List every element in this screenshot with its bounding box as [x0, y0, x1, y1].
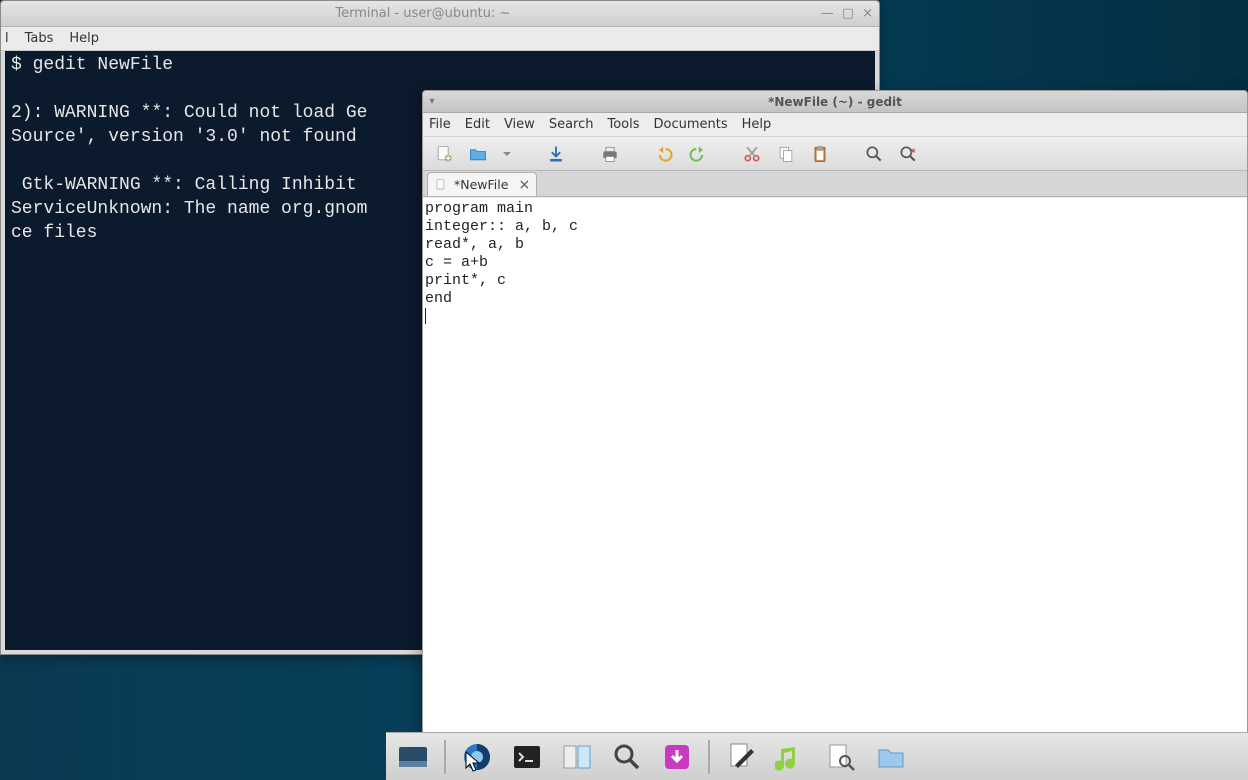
- folder-open-icon[interactable]: [465, 141, 491, 167]
- taskbar: [386, 732, 1248, 780]
- text-cursor: [425, 308, 426, 324]
- terminal-icon[interactable]: [508, 738, 546, 776]
- terminal-title: Terminal - user@ubuntu: ~: [25, 6, 821, 21]
- tab-close-icon[interactable]: ×: [518, 177, 530, 193]
- mouse-cursor: [465, 751, 481, 775]
- maximize-icon[interactable]: ▢: [842, 6, 854, 21]
- scissors-icon[interactable]: [739, 141, 765, 167]
- document-tab[interactable]: *NewFile ×: [427, 172, 537, 196]
- menu-documents[interactable]: Documents: [654, 117, 728, 132]
- clipboard-icon[interactable]: [807, 141, 833, 167]
- terminal-menu-help[interactable]: Help: [69, 31, 99, 46]
- save-download-icon[interactable]: [543, 141, 569, 167]
- open-recent-dropdown[interactable]: [499, 141, 515, 167]
- magnifier-icon[interactable]: [861, 141, 887, 167]
- gedit-editor[interactable]: program main integer:: a, b, c read*, a,…: [423, 198, 1247, 757]
- audio-icon[interactable]: [772, 738, 810, 776]
- download-icon[interactable]: [658, 738, 696, 776]
- close-icon[interactable]: ×: [862, 6, 873, 21]
- undo-icon[interactable]: [651, 141, 677, 167]
- menu-view[interactable]: View: [504, 117, 535, 132]
- gedit-menubar: File Edit View Search Tools Documents He…: [423, 113, 1247, 137]
- gedit-app-icon[interactable]: [722, 738, 760, 776]
- gedit-title: *NewFile (~) - gedit: [441, 95, 1229, 109]
- folder-icon[interactable]: [872, 738, 910, 776]
- separator: [708, 740, 710, 774]
- gedit-toolbar: [423, 137, 1247, 171]
- menu-tools[interactable]: Tools: [607, 117, 639, 132]
- document-tab-label: *NewFile: [454, 177, 508, 192]
- file-icon: [434, 178, 448, 192]
- terminal-menubar: l Tabs Help: [1, 27, 879, 51]
- magnifier-icon[interactable]: [608, 738, 646, 776]
- gedit-window: ▾ *NewFile (~) - gedit File Edit View Se…: [422, 90, 1248, 780]
- terminal-titlebar[interactable]: Terminal - user@ubuntu: ~ — ▢ ×: [1, 1, 879, 27]
- gedit-tabstrip: *NewFile ×: [423, 171, 1247, 197]
- menu-edit[interactable]: Edit: [465, 117, 490, 132]
- file-search-icon[interactable]: [822, 738, 860, 776]
- minimize-icon[interactable]: —: [821, 6, 834, 21]
- menu-file[interactable]: File: [429, 117, 451, 132]
- terminal-menu-partial[interactable]: l: [5, 31, 9, 46]
- copy-icon[interactable]: [773, 141, 799, 167]
- menu-search[interactable]: Search: [549, 117, 594, 132]
- window-list-icon[interactable]: [558, 738, 596, 776]
- terminal-menu-tabs[interactable]: Tabs: [25, 31, 54, 46]
- redo-icon[interactable]: [685, 141, 711, 167]
- printer-icon[interactable]: [597, 141, 623, 167]
- gedit-titlebar[interactable]: ▾ *NewFile (~) - gedit: [423, 91, 1247, 113]
- titlebar-menu-icon[interactable]: ▾: [423, 96, 441, 107]
- show-desktop-icon[interactable]: [394, 738, 432, 776]
- menu-help[interactable]: Help: [742, 117, 772, 132]
- magnifier-replace-icon[interactable]: [895, 141, 921, 167]
- separator: [444, 740, 446, 774]
- new-document-icon[interactable]: [431, 141, 457, 167]
